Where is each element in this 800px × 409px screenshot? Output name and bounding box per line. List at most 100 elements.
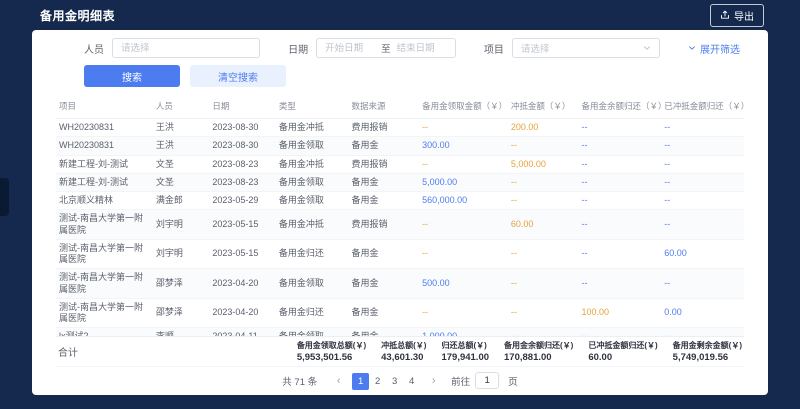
project-select[interactable]: 请选择 [512,38,660,58]
prev-page-button[interactable]: ‹ [330,372,347,389]
cell: 2023-04-20 [209,298,276,328]
amount-cell: -- [661,192,744,210]
date-start-input[interactable] [325,43,375,54]
cell: 费用报销 [349,155,420,173]
amount-cell: 300.00 [419,137,508,155]
cell: 2023-08-30 [209,119,276,137]
column-header: 备用金领取金额（￥） [419,94,508,119]
amount-cell: 100.00 [579,298,662,328]
export-button[interactable]: 导出 [710,4,764,27]
amount-cell: -- [508,328,579,336]
cell: 邵梦泽 [153,298,209,328]
amount-cell: 500.00 [419,269,508,299]
page-button[interactable]: 3 [386,373,403,390]
cell: 2023-04-11 [209,328,276,336]
column-header: 日期 [209,94,276,119]
amount-cell: 1,000.00 [419,328,508,336]
amount-cell: -- [661,155,744,173]
cell: WH20230831 [56,137,153,155]
total-row-label: 合计 [58,344,78,359]
cell: 王洪 [153,119,209,137]
page-button[interactable]: 4 [403,373,420,390]
table-row[interactable]: 测试-南昌大学第一附属医院邵梦泽2023-04-20备用金归还备用金----10… [56,298,744,328]
action-bar: 搜索 清空搜索 [56,65,744,94]
cell: 备用金 [349,298,420,328]
cell: 测试-南昌大学第一附属医院 [56,210,153,240]
search-button[interactable]: 搜索 [84,65,180,87]
amount-cell: 0.00 [661,298,744,328]
amount-cell: -- [419,119,508,137]
next-page-button[interactable]: › [425,372,442,389]
cell: 李顺 [153,328,209,336]
date-range-picker[interactable]: 至 [316,38,456,58]
cell: 王洪 [153,137,209,155]
cell: 2023-05-15 [209,210,276,240]
cell: 刘宇明 [153,239,209,269]
amount-cell: -- [508,239,579,269]
table-row[interactable]: 测试-南昌大学第一附属医院刘宇明2023-05-15备用金归还备用金------… [56,239,744,269]
table-row[interactable]: 测试-南昌大学第一附属医院刘宇明2023-05-15备用金冲抵费用报销--60.… [56,210,744,240]
amount-cell: -- [579,239,662,269]
table-row[interactable]: 测试-南昌大学第一附属医院邵梦泽2023-04-20备用金领取备用金500.00… [56,269,744,299]
amount-cell: 60.00 [508,210,579,240]
cell: 备用金归还 [276,239,349,269]
expand-filter-label: 展开筛选 [700,41,740,56]
table-row[interactable]: WH20230831王洪2023-08-30备用金冲抵费用报销--200.00-… [56,119,744,137]
amount-cell: -- [579,328,662,336]
summary-row: 合计 备用金领取总额(￥)5,953,501.56冲抵总额(￥)43,601.3… [56,336,744,366]
table-row[interactable]: WH20230831王洪2023-08-30备用金领取备用金300.00----… [56,137,744,155]
date-end-input[interactable] [397,43,447,54]
cell: 测试-南昌大学第一附属医院 [56,298,153,328]
expand-filter-button[interactable]: 展开筛选 [688,41,740,56]
project-select-placeholder: 请选择 [521,41,550,55]
summary-stat-value: 5,749,019.56 [673,352,742,363]
amount-cell: -- [579,192,662,210]
column-header: 数据来源 [349,94,420,119]
amount-cell: -- [661,328,744,336]
column-header: 已冲抵金额归还（￥） [661,94,744,119]
amount-cell: -- [579,155,662,173]
amount-cell: -- [508,137,579,155]
summary-stat: 备用金剩余金额(￥)5,749,019.56 [673,340,742,363]
clear-search-button[interactable]: 清空搜索 [190,65,286,87]
amount-cell: -- [419,298,508,328]
cell: 备用金领取 [276,173,349,191]
amount-cell: -- [661,269,744,299]
amount-cell: -- [579,173,662,191]
column-header: 项目 [56,94,153,119]
summary-stat-value: 43,601.30 [381,352,426,363]
person-select-input[interactable] [112,38,260,58]
page-buttons: 1234 [352,371,420,390]
table-row[interactable]: lx测试2李顺2023-04-11备用金领取备用金1,000.00------ [56,328,744,336]
cell: 备用金 [349,173,420,191]
amount-cell: -- [661,210,744,240]
export-icon [720,10,730,20]
drawer-toggle-handle[interactable] [0,178,9,216]
page-button[interactable]: 2 [369,373,386,390]
table-row[interactable]: 新建工程-刘-测试文圣2023-08-23备用金领取备用金5,000.00---… [56,173,744,191]
cell: 2023-05-29 [209,192,276,210]
amount-cell: -- [419,155,508,173]
amount-cell: 560,000.00 [419,192,508,210]
amount-cell: -- [579,137,662,155]
summary-stat-label: 备用金剩余金额(￥) [673,340,742,351]
date-filter-label: 日期 [288,41,308,56]
petty-cash-table: 项目人员日期类型数据来源备用金领取金额（￥）冲抵金额（￥）备用金余额归还（￥）已… [56,94,744,336]
goto-suffix-label: 页 [508,374,518,388]
table-row[interactable]: 新建工程-刘-测试文圣2023-08-23备用金冲抵费用报销--5,000.00… [56,155,744,173]
total-count-label: 共 71 条 [282,374,317,388]
column-header: 备用金余额归还（￥） [579,94,662,119]
table-row[interactable]: 北京顺义精林满金郎2023-05-29备用金领取备用金560,000.00---… [56,192,744,210]
amount-cell: -- [419,210,508,240]
page-button[interactable]: 1 [352,373,369,390]
summary-stat: 冲抵总额(￥)43,601.30 [381,340,426,363]
summary-stat: 已冲抵金额归还(￥)60.00 [588,340,657,363]
cell: lx测试2 [56,328,153,336]
person-filter-label: 人员 [84,41,104,56]
summary-stat-value: 170,881.00 [504,352,573,363]
goto-page-input[interactable] [475,372,499,389]
cell: 新建工程-刘-测试 [56,173,153,191]
amount-cell: 5,000.00 [419,173,508,191]
cell: 测试-南昌大学第一附属医院 [56,239,153,269]
project-filter-label: 项目 [484,41,504,56]
